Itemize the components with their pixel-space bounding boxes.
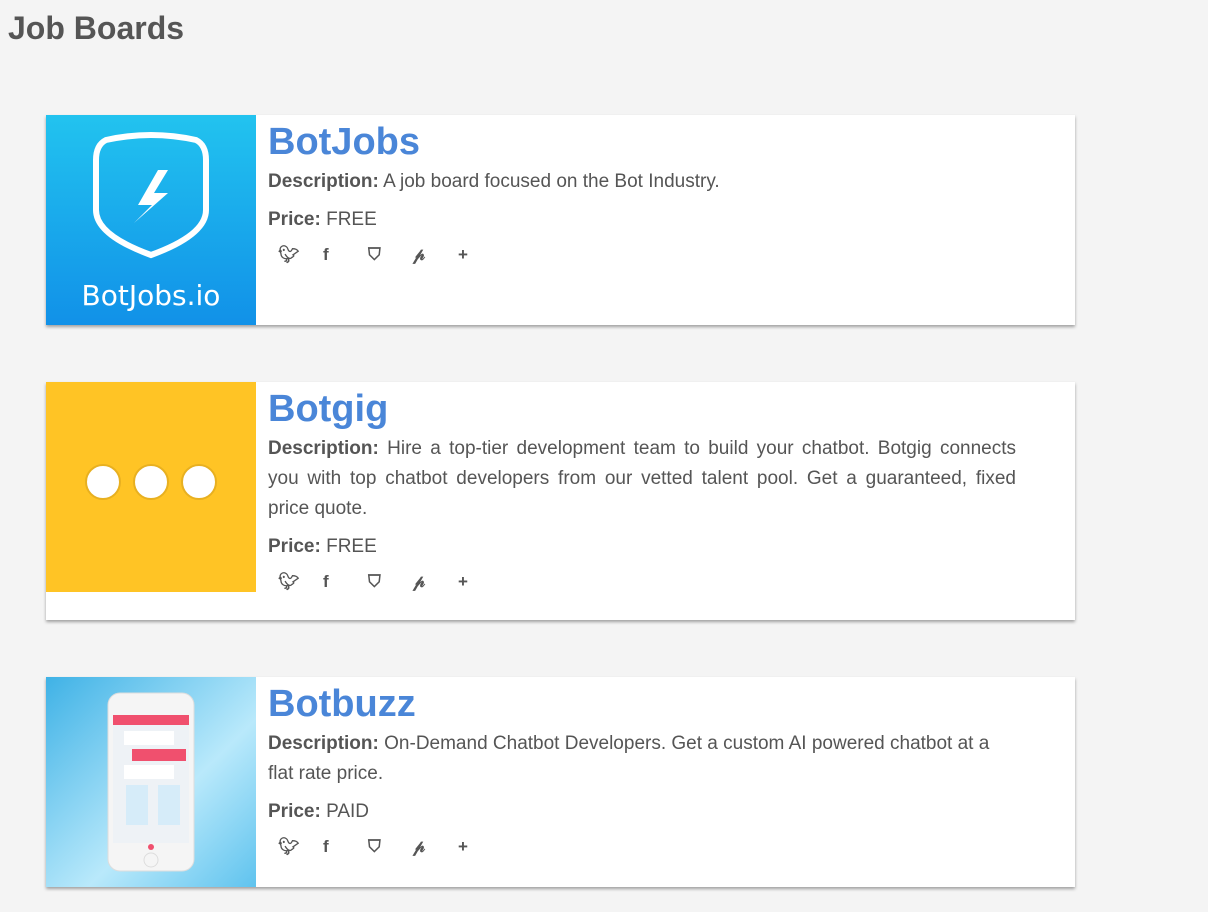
description-label: Description: [268, 438, 379, 459]
board-description: Hire a top-tier development team to buil… [268, 438, 1016, 519]
description-label: Description: [268, 171, 379, 192]
board-description: A job board focused on the Bot Industry. [383, 171, 720, 192]
twitter-icon[interactable]: 🐦︎ [278, 245, 323, 265]
pocket-icon[interactable]: ⛉ [368, 572, 413, 592]
plus-icon[interactable]: + [458, 572, 503, 592]
facebook-icon[interactable]: f [323, 837, 368, 857]
pinterest-icon[interactable]: 𝓅 [413, 837, 458, 857]
botgig-logo[interactable] [46, 382, 256, 592]
board-price: FREE [326, 209, 377, 230]
price-label: Price: [268, 801, 321, 822]
share-bar: 🐦︎ f ⛉ 𝓅 + [278, 245, 1016, 265]
svg-text:BotJobs.io: BotJobs.io [82, 279, 221, 312]
board-price: FREE [326, 536, 377, 557]
plus-icon[interactable]: + [458, 837, 503, 857]
share-bar: 🐦︎ f ⛉ 𝓅 + [278, 572, 1016, 592]
board-name[interactable]: BotJobs [268, 119, 1016, 165]
job-board-card: BotJobs.io BotJobs Description: A job bo… [46, 115, 1075, 325]
board-price: PAID [326, 801, 370, 822]
plus-icon[interactable]: + [458, 245, 503, 265]
price-label: Price: [268, 536, 321, 557]
twitter-icon[interactable]: 🐦︎ [278, 572, 323, 592]
board-name[interactable]: Botgig [268, 386, 1016, 432]
pinterest-icon[interactable]: 𝓅 [413, 572, 458, 592]
pocket-icon[interactable]: ⛉ [368, 245, 413, 265]
pocket-icon[interactable]: ⛉ [368, 837, 413, 857]
job-board-card: Botgig Description: Hire a top-tier deve… [46, 382, 1075, 620]
board-name[interactable]: Botbuzz [268, 681, 1016, 727]
twitter-icon[interactable]: 🐦︎ [278, 837, 323, 857]
botjobs-logo[interactable]: BotJobs.io [46, 115, 256, 325]
facebook-icon[interactable]: f [323, 572, 368, 592]
facebook-icon[interactable]: f [323, 245, 368, 265]
job-board-card: Botbuzz Description: On-Demand Chatbot D… [46, 677, 1075, 887]
description-label: Description: [268, 733, 379, 754]
page-title: Job Boards [8, 10, 185, 46]
share-bar: 🐦︎ f ⛉ 𝓅 + [278, 837, 1016, 857]
pinterest-icon[interactable]: 𝓅 [413, 245, 458, 265]
price-label: Price: [268, 209, 321, 230]
botbuzz-logo[interactable] [46, 677, 256, 887]
